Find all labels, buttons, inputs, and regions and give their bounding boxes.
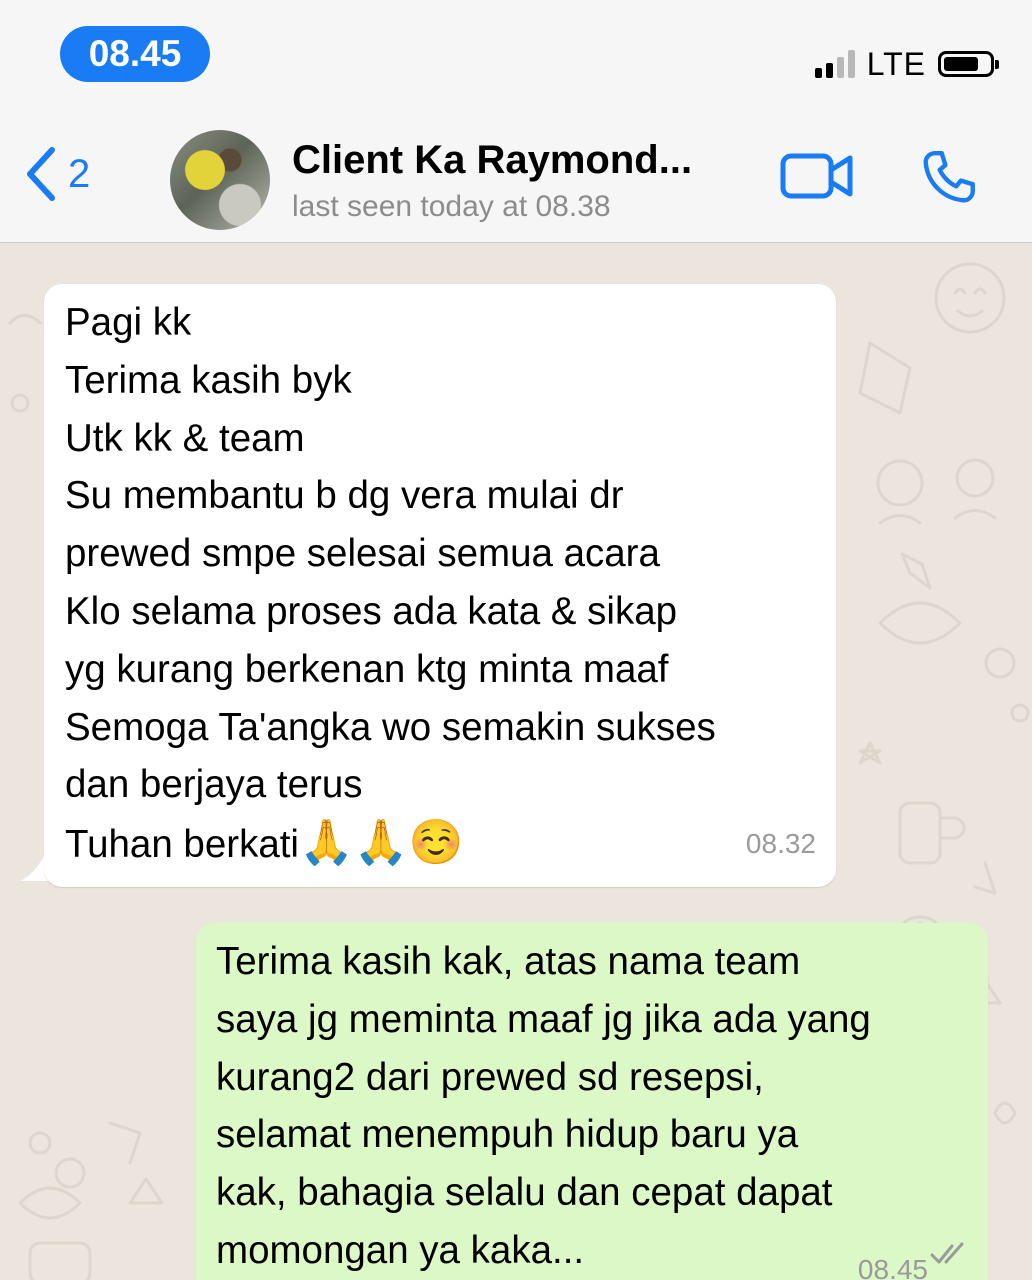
- status-indicators: LTE: [814, 44, 999, 84]
- message-outgoing[interactable]: Terima kasih kak, atas nama team saya jg…: [196, 923, 988, 1280]
- message-line: Utk kk & team: [65, 416, 305, 460]
- emoji-icon: 🙏🙏☺️: [299, 817, 464, 869]
- message-text: Tuhan berkati: [65, 823, 299, 867]
- message-line: prewed smpe selesai semua acara: [65, 532, 660, 576]
- battery-icon: [938, 51, 999, 77]
- message-line: yg kurang berkenan ktg minta maaf: [65, 647, 669, 691]
- network-type: LTE: [866, 45, 926, 82]
- message-line: dan berjaya terus: [65, 763, 363, 807]
- last-seen-status: last seen today at 08.38: [292, 190, 611, 223]
- message-line: Semoga Ta'angka wo semakin sukses: [65, 705, 716, 749]
- video-camera-icon: [780, 153, 853, 199]
- voice-call-button[interactable]: [918, 146, 980, 213]
- chat-area[interactable]: Pagi kk Terima kasih byk Utk kk & team S…: [0, 243, 1032, 1280]
- contact-name[interactable]: Client Ka Raymond...: [292, 138, 692, 183]
- message-line: momongan ya kaka...: [216, 1228, 585, 1272]
- message-timestamp: 08.45: [857, 1254, 928, 1280]
- message-line: saya jg meminta maaf jg jika ada yang: [216, 997, 871, 1041]
- chevron-left-icon: [27, 147, 55, 201]
- message-timestamp: 08.32: [745, 828, 816, 860]
- status-time[interactable]: 08.45: [60, 26, 210, 82]
- message-incoming[interactable]: Pagi kk Terima kasih byk Utk kk & team S…: [44, 284, 836, 887]
- message-line: selamat menempuh hidup baru ya: [216, 1113, 799, 1157]
- message-line: Terima kasih byk: [65, 358, 352, 402]
- unread-count: 2: [68, 151, 91, 196]
- message-line: Su membantu b dg vera mulai dr: [65, 474, 624, 518]
- phone-icon: [923, 151, 975, 203]
- message-line: Pagi kk: [65, 301, 192, 344]
- avatar[interactable]: [170, 130, 270, 230]
- message-line: Klo selama proses ada kata & sikap: [65, 589, 678, 633]
- message-line: Terima kasih kak, atas nama team: [216, 940, 801, 983]
- double-check-icon: [930, 1242, 964, 1264]
- message-line: kurang2 dari prewed sd resepsi,: [216, 1055, 764, 1099]
- message-line: kak, bahagia selalu dan cepat dapat: [216, 1171, 833, 1215]
- signal-icon: [814, 50, 855, 78]
- status-bar: 08.45 LTE: [0, 0, 1032, 110]
- message-line-last: Tuhan berkati🙏🙏☺️: [65, 814, 816, 874]
- chat-header: 2 Client Ka Raymond... last seen today a…: [0, 110, 1032, 243]
- back-button[interactable]: 2: [22, 146, 90, 202]
- video-call-button[interactable]: [780, 150, 854, 207]
